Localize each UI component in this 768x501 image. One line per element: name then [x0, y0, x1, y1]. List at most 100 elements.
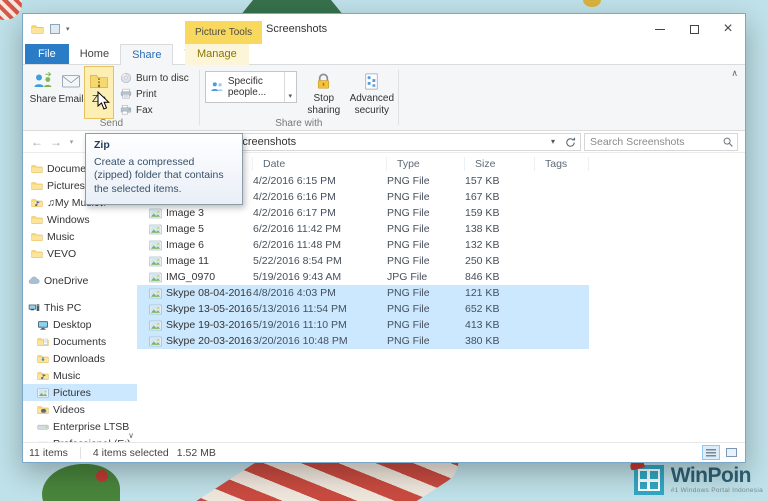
image-file-icon — [149, 319, 162, 332]
thumbnails-view-icon — [725, 448, 737, 457]
file-row[interactable]: Image 11 5/22/2016 8:54 PM PNG File 250 … — [137, 253, 589, 269]
file-row[interactable]: Image 3 4/2/2016 6:17 PM PNG File 159 KB — [137, 205, 589, 221]
ornament-decoration — [583, 0, 601, 7]
file-type: PNG File — [387, 287, 430, 299]
file-row[interactable]: Image 5 6/2/2016 11:42 PM PNG File 138 K… — [137, 221, 589, 237]
sidebar-item-icon — [37, 353, 49, 365]
ribbon-collapse-chevron-icon[interactable]: ∧ — [731, 68, 738, 79]
minimize-button[interactable] — [643, 14, 677, 44]
tab-home[interactable]: Home — [69, 44, 120, 64]
sidebar-item-label: Documents — [53, 335, 107, 348]
share-button[interactable]: Share — [29, 67, 57, 118]
sidebar-item[interactable]: Music — [23, 367, 137, 384]
file-date: 4/2/2016 6:16 PM — [253, 191, 336, 203]
print-label: Print — [136, 88, 157, 100]
sidebar-item[interactable]: Enterprise LTSB — [23, 418, 137, 435]
burn-to-disc-button[interactable]: Burn to disc — [117, 71, 192, 85]
recent-locations-chevron-icon[interactable] — [67, 138, 76, 146]
file-row[interactable]: Skype 19-03-2016 5/19/2016 11:10 PM PNG … — [137, 317, 589, 333]
sidebar-item-icon — [37, 370, 49, 382]
details-view-icon — [706, 448, 716, 457]
search-box[interactable] — [584, 132, 738, 151]
close-icon — [723, 21, 732, 37]
sidebar-item[interactable]: VEVO — [23, 245, 137, 262]
sidebar-item-icon — [28, 275, 40, 287]
file-date: 5/19/2016 9:43 AM — [253, 271, 342, 283]
advanced-security-button[interactable]: Advanced security — [350, 67, 394, 118]
file-date: 3/20/2016 10:48 PM — [253, 335, 348, 347]
sidebar-item-icon — [37, 404, 49, 416]
file-size: 380 KB — [465, 335, 500, 347]
disc-icon — [120, 72, 132, 84]
refresh-icon[interactable] — [564, 136, 577, 149]
file-size: 250 KB — [465, 255, 500, 267]
sidebar-item[interactable]: Desktop — [23, 316, 137, 333]
file-row[interactable]: Skype 13-05-2016 5/13/2016 11:54 PM PNG … — [137, 301, 589, 317]
zip-tooltip: Zip Create a compressed (zipped) folder … — [85, 133, 243, 205]
printer-icon — [120, 88, 132, 100]
column-header-date[interactable]: Date — [253, 157, 387, 171]
file-row[interactable]: Image 6 6/2/2016 11:48 PM PNG File 132 K… — [137, 237, 589, 253]
stop-sharing-button[interactable]: Stop sharing — [303, 67, 345, 118]
forward-button[interactable] — [48, 135, 64, 149]
email-label: Email — [58, 94, 84, 105]
breadcrumb-segment[interactable]: Screenshots — [235, 136, 296, 148]
qat-customize-chevron-icon[interactable]: ▾ — [66, 25, 70, 33]
view-toggle-buttons — [702, 445, 740, 460]
sidebar-item-label: Windows — [47, 213, 90, 226]
tooltip-body: Create a compressed (zipped) folder that… — [94, 155, 224, 195]
explorer-window-icon[interactable] — [31, 23, 44, 36]
file-size: 132 KB — [465, 239, 500, 251]
file-row[interactable]: Skype 20-03-2016 3/20/2016 10:48 PM PNG … — [137, 333, 589, 349]
properties-icon[interactable] — [50, 24, 60, 34]
sidebar-item[interactable]: Windows — [23, 211, 137, 228]
gallery-dropdown-icon[interactable] — [283, 72, 296, 102]
details-view-button[interactable] — [702, 445, 720, 460]
column-header-type[interactable]: Type — [387, 157, 465, 171]
sidebar-item-icon — [31, 214, 43, 226]
email-button[interactable]: Email — [57, 67, 85, 118]
print-button[interactable]: Print — [117, 87, 192, 101]
maximize-button[interactable] — [677, 14, 711, 44]
back-button[interactable] — [29, 135, 45, 149]
sidebar-item[interactable]: Music — [23, 228, 137, 245]
file-name: Image 3 — [166, 207, 204, 219]
file-size: 846 KB — [465, 271, 500, 283]
tab-file[interactable]: File — [25, 44, 69, 64]
sidebar-scroll-down-icon[interactable] — [128, 431, 134, 440]
sidebar-item[interactable]: Videos — [23, 401, 137, 418]
file-row[interactable]: Skype 08-04-2016 4/8/2016 4:03 PM PNG Fi… — [137, 285, 589, 301]
send-group-label: Send — [99, 118, 124, 129]
advanced-security-icon — [362, 72, 381, 91]
sidebar-item[interactable]: Professional (E:) — [23, 435, 137, 442]
column-header-tags[interactable]: Tags — [535, 157, 589, 171]
image-file-icon — [149, 239, 162, 252]
sidebar-item[interactable]: This PC — [23, 299, 137, 316]
share-label: Share — [29, 94, 57, 105]
file-explorer-window: ▾ Picture Tools Screenshots File Home Sh… — [22, 13, 746, 463]
tooltip-title: Zip — [94, 139, 110, 151]
image-file-icon — [149, 207, 162, 220]
file-type: JPG File — [387, 271, 428, 283]
sidebar-item[interactable]: OneDrive — [23, 272, 137, 289]
file-name: Image 6 — [166, 239, 204, 251]
file-type: PNG File — [387, 223, 430, 235]
search-input[interactable] — [590, 135, 722, 148]
file-row[interactable]: IMG_0970 5/19/2016 9:43 AM JPG File 846 … — [137, 269, 589, 285]
specific-people-gallery[interactable]: Specific people... — [204, 71, 297, 103]
sidebar-item-icon — [37, 421, 49, 433]
sidebar-item-label: Pictures — [53, 386, 91, 399]
tab-share[interactable]: Share — [120, 44, 174, 65]
fax-button[interactable]: Fax — [117, 103, 192, 117]
tab-manage[interactable]: Manage — [185, 44, 249, 65]
sidebar-item[interactable]: Downloads — [23, 350, 137, 367]
thumbnails-view-button[interactable] — [722, 445, 740, 460]
address-dropdown-icon[interactable] — [546, 134, 560, 150]
file-type: PNG File — [387, 239, 430, 251]
column-header-size[interactable]: Size — [465, 157, 535, 171]
close-button[interactable] — [711, 14, 745, 44]
sidebar-item[interactable]: Documents — [23, 333, 137, 350]
watermark-brand: WinPoin — [670, 464, 752, 488]
sidebar-item-label: Downloads — [53, 352, 105, 365]
sidebar-item[interactable]: Pictures — [23, 384, 137, 401]
